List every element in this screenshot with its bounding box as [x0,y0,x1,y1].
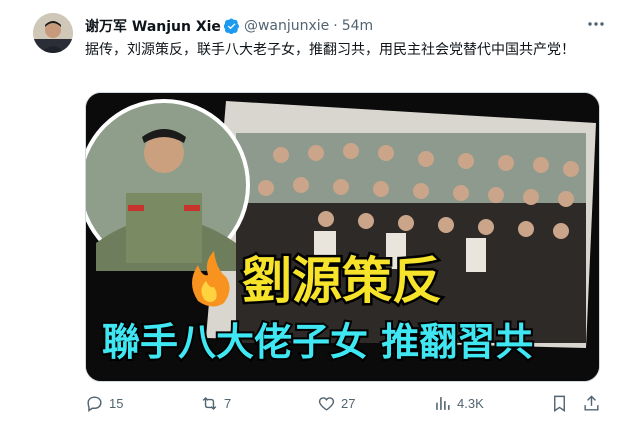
view-count: 4.3K [457,395,484,411]
like-count: 27 [341,395,356,411]
retweet-count: 7 [224,395,232,411]
tweet-text: 据传，刘源策反，联手八大老子女，推翻习共，用民主社会党替代中国共产党！ [85,42,575,58]
share-icon [584,394,599,411]
dot-separator: · [333,18,338,34]
share-button[interactable] [582,392,606,414]
reply-icon [87,395,102,412]
group-photo [206,101,596,348]
heart-icon [318,396,335,411]
more-options-icon[interactable] [586,14,606,34]
headline-text: 劉源策反 [242,252,442,310]
retweet-button[interactable]: 7 [200,392,231,414]
tweet-header: 谢万军 Wanjun Xie @wanjunxie · 54m [85,16,373,36]
bookmark-button[interactable] [550,392,574,414]
retweet-icon [202,396,217,410]
author-handle[interactable]: @wanjunxie [244,18,329,34]
action-bar: 15 7 27 4.3K [85,392,605,414]
verified-badge-icon [223,18,239,34]
analytics-icon [436,396,450,410]
subline-text: 聯手八大佬子女 推翻習共 [102,320,533,364]
author-avatar[interactable] [33,13,73,53]
tweet-image[interactable]: 劉源策反 聯手八大佬子女 推翻習共 [85,92,600,382]
portrait-circle [86,99,250,271]
like-button[interactable]: 27 [317,392,355,414]
tweet-timestamp[interactable]: 54m [342,18,373,34]
tweet[interactable]: 谢万军 Wanjun Xie @wanjunxie · 54m 据传，刘源策反，… [0,0,622,430]
reply-count: 15 [109,395,124,411]
reply-button[interactable]: 15 [85,392,123,414]
author-name[interactable]: 谢万军 Wanjun Xie [85,16,221,36]
bookmark-icon [554,395,565,412]
views-button[interactable]: 4.3K [433,392,484,414]
